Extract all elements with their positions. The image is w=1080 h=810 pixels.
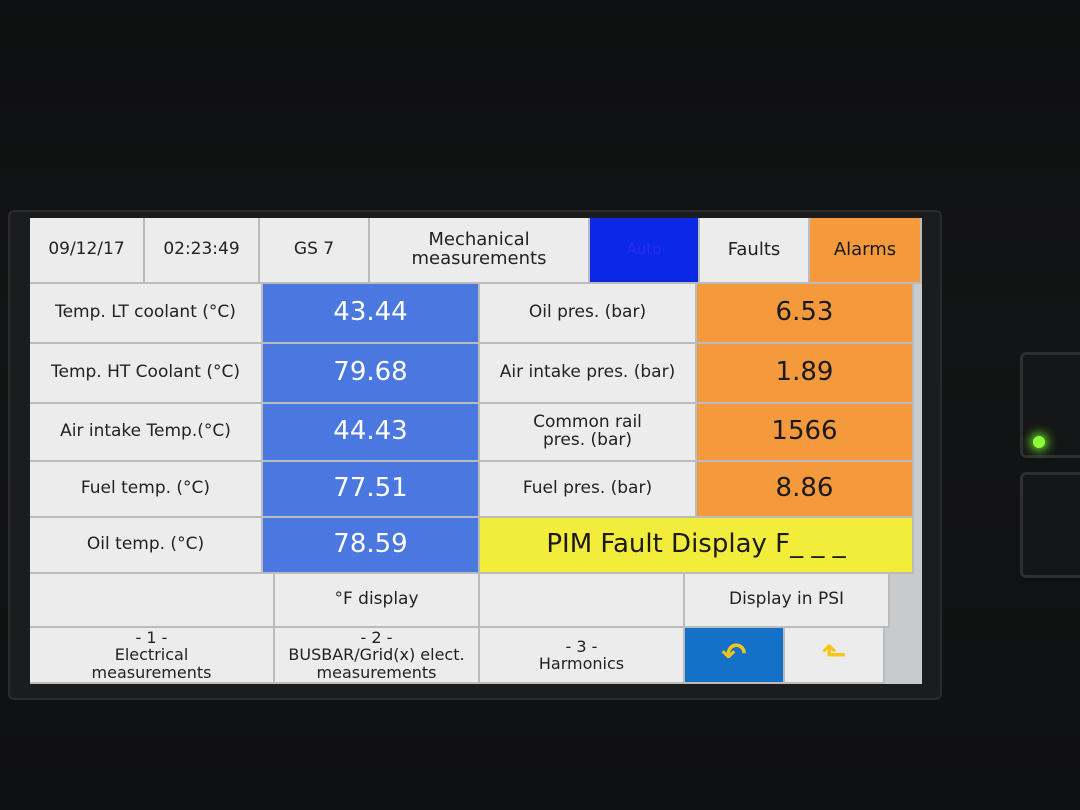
common-rail-pressure-label: Common rail pres. (bar) [480, 404, 697, 462]
ht-coolant-temp-value: 79.68 [263, 344, 480, 404]
unit-display: GS 7 [260, 218, 370, 284]
alarms-button[interactable]: Alarms [810, 218, 922, 284]
date-display: 09/12/17 [30, 218, 145, 284]
undo-arrow-icon: ↶ [721, 637, 747, 673]
lt-coolant-temp-number: 43.44 [333, 297, 408, 328]
fuel-pressure-label: Fuel pres. (bar) [480, 462, 697, 518]
fuel-pressure-text: Fuel pres. (bar) [522, 478, 653, 499]
air-intake-temp-number: 44.43 [333, 416, 408, 447]
air-intake-pressure-number: 1.89 [775, 357, 834, 388]
hmi-screen: 09/12/17 02:23:49 GS 7 Mechanical measur… [30, 218, 922, 684]
oil-pressure-number: 6.53 [775, 297, 834, 328]
nav-item2-label: BUSBAR/Grid(x) elect. measurements [288, 645, 465, 682]
mode-indicator[interactable]: Auto [590, 218, 700, 284]
fuel-temp-label: Fuel temp. (°C) [30, 462, 263, 518]
air-intake-pressure-text: Air intake pres. (bar) [499, 362, 676, 383]
ht-coolant-temp-text: Temp. HT Coolant (°C) [51, 362, 240, 383]
fahrenheit-display-label: °F display [334, 589, 419, 610]
empty-option-slot-1 [30, 574, 275, 628]
empty-option-slot-2 [480, 574, 685, 628]
mode-text: Auto [626, 240, 662, 259]
ht-coolant-temp-number: 79.68 [333, 357, 408, 388]
back-button[interactable]: ↶ [685, 628, 785, 684]
time-text: 02:23:49 [163, 239, 240, 260]
lt-coolant-temp-value: 43.44 [263, 284, 480, 344]
page-title: Mechanical measurements [370, 218, 590, 284]
fuel-pressure-value: 8.86 [697, 462, 914, 518]
air-intake-temp-text: Air intake Temp.(°C) [60, 421, 231, 442]
date-text: 09/12/17 [48, 239, 125, 260]
lt-coolant-temp-label: Temp. LT coolant (°C) [30, 284, 263, 344]
common-rail-pressure-number: 1566 [771, 416, 838, 447]
air-intake-pressure-label: Air intake pres. (bar) [480, 344, 697, 404]
psi-display-button[interactable]: Display in PSI [685, 574, 890, 628]
oil-pressure-label: Oil pres. (bar) [480, 284, 697, 344]
oil-pressure-text: Oil pres. (bar) [528, 302, 647, 323]
oil-pressure-value: 6.53 [697, 284, 914, 344]
fuel-temp-value: 77.51 [263, 462, 480, 518]
common-rail-pressure-text: Common rail pres. (bar) [533, 412, 642, 450]
faults-label: Faults [727, 238, 781, 260]
time-display: 02:23:49 [145, 218, 260, 284]
oil-temp-value: 78.59 [263, 518, 480, 574]
nav-item1-label: Electrical measurements [91, 645, 212, 682]
nav-harmonics[interactable]: - 3 - Harmonics [480, 628, 685, 684]
fuel-temp-text: Fuel temp. (°C) [80, 478, 211, 499]
psi-display-label: Display in PSI [728, 589, 845, 610]
nav-item3-label: Harmonics [538, 654, 625, 673]
faults-button[interactable]: Faults [700, 218, 810, 284]
air-intake-pressure-value: 1.89 [697, 344, 914, 404]
air-intake-temp-label: Air intake Temp.(°C) [30, 404, 263, 462]
ht-coolant-temp-label: Temp. HT Coolant (°C) [30, 344, 263, 404]
status-led-icon [1033, 436, 1045, 448]
side-hardware-button-top[interactable] [1020, 352, 1080, 458]
nav-item2-number: - 2 - [360, 628, 393, 648]
nav-electrical-measurements[interactable]: - 1 - Electrical measurements [30, 628, 275, 684]
page-title-text: Mechanical measurements [411, 229, 547, 269]
up-button[interactable]: ⬑ [785, 628, 885, 684]
oil-temp-label: Oil temp. (°C) [30, 518, 263, 574]
fuel-pressure-number: 8.86 [775, 473, 834, 504]
lt-coolant-temp-text: Temp. LT coolant (°C) [55, 302, 236, 323]
alarms-label: Alarms [833, 238, 897, 260]
oil-temp-text: Oil temp. (°C) [86, 534, 205, 555]
air-intake-temp-value: 44.43 [263, 404, 480, 462]
common-rail-pressure-value: 1566 [697, 404, 914, 462]
fahrenheit-display-button[interactable]: °F display [275, 574, 480, 628]
fuel-temp-number: 77.51 [333, 473, 408, 504]
side-hardware-button-bottom[interactable] [1020, 472, 1080, 578]
pim-fault-text: PIM Fault Display F_ _ _ [546, 529, 846, 560]
pim-fault-display: PIM Fault Display F_ _ _ [480, 518, 914, 574]
nav-item1-number: - 1 - [135, 628, 168, 648]
unit-text: GS 7 [293, 239, 335, 260]
oil-temp-number: 78.59 [333, 529, 408, 560]
up-arrow-icon: ⬑ [821, 637, 847, 673]
nav-item3-number: - 3 - [565, 636, 598, 656]
nav-busbar-measurements[interactable]: - 2 - BUSBAR/Grid(x) elect. measurements [275, 628, 480, 684]
